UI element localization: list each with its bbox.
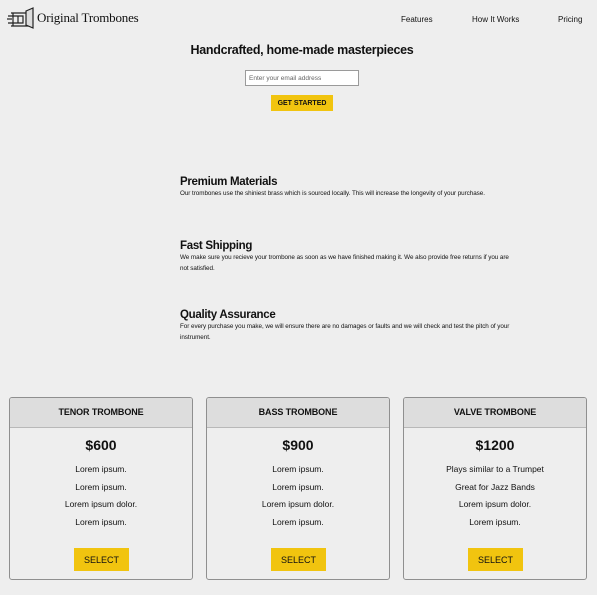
site-header: Original Trombones Features How It Works… xyxy=(0,0,597,40)
pricing-card-price: $1200 xyxy=(475,437,515,453)
hero-title: Handcrafted, home-made masterpieces xyxy=(190,43,414,57)
trombone-icon[interactable] xyxy=(6,7,34,29)
get-started-button[interactable]: GET STARTED xyxy=(271,95,333,111)
pricing-card-price: $600 xyxy=(85,437,117,453)
pricing-card-price: $900 xyxy=(282,437,314,453)
pricing-card-tenor-trombone: TENOR TROMBONE $600 Lorem ipsum. Lorem i… xyxy=(9,397,193,580)
feature-title: Premium Materials xyxy=(180,176,278,188)
select-button[interactable]: SELECT xyxy=(468,548,523,571)
pricing-feature: Plays similar to a Trumpet xyxy=(446,464,544,474)
pricing-feature: Great for Jazz Bands xyxy=(455,481,535,492)
pricing-feature-list: Lorem ipsum. Lorem ipsum. Lorem ipsum do… xyxy=(10,461,192,531)
feature-description: Our trombones use the shiniest brass whi… xyxy=(180,190,485,197)
feature-item: Quality Assurance For every purchase you… xyxy=(180,309,510,343)
pricing-card-title: BASS TROMBONE xyxy=(207,398,389,428)
feature-item: Premium Materials Our trombones use the … xyxy=(180,176,510,200)
pricing-card-bass-trombone: BASS TROMBONE $900 Lorem ipsum. Lorem ip… xyxy=(206,397,390,580)
pricing-card-title: TENOR TROMBONE xyxy=(10,398,192,428)
pricing-feature: Lorem ipsum. xyxy=(75,516,127,527)
feature-item: Fast Shipping We make sure you recieve y… xyxy=(180,240,510,274)
pricing-feature: Lorem ipsum. xyxy=(272,516,324,527)
select-button[interactable]: SELECT xyxy=(74,548,129,571)
pricing-feature: Lorem ipsum. xyxy=(272,481,324,492)
pricing-feature: Lorem ipsum dolor. xyxy=(64,499,138,509)
feature-description: For every purchase you make, we will ens… xyxy=(180,323,510,341)
feature-description: We make sure you recieve your trombone a… xyxy=(180,254,509,272)
pricing-feature: Lorem ipsum dolor. xyxy=(261,499,335,509)
pricing-card-valve-trombone: VALVE TROMBONE $1200 Plays similar to a … xyxy=(403,397,587,580)
pricing-feature: Lorem ipsum dolor. xyxy=(458,499,532,509)
pricing-feature: Lorem ipsum. xyxy=(272,464,324,474)
pricing-card-title: VALVE TROMBONE xyxy=(404,398,586,428)
select-button[interactable]: SELECT xyxy=(271,548,326,571)
pricing-feature-list: Plays similar to a Trumpet Great for Jaz… xyxy=(404,461,586,531)
nav-link-how-it-works[interactable]: How It Works xyxy=(472,15,519,24)
feature-title: Quality Assurance xyxy=(180,309,276,321)
pricing-feature: Lorem ipsum. xyxy=(75,481,127,492)
pricing-feature: Lorem ipsum. xyxy=(469,516,521,527)
feature-title: Fast Shipping xyxy=(180,240,253,252)
nav-link-features[interactable]: Features xyxy=(401,15,433,24)
brand-name[interactable]: Original Trombones xyxy=(37,10,139,26)
email-input[interactable] xyxy=(245,70,359,86)
nav-link-pricing[interactable]: Pricing xyxy=(558,15,582,24)
pricing-feature: Lorem ipsum. xyxy=(75,464,127,474)
pricing-feature-list: Lorem ipsum. Lorem ipsum. Lorem ipsum do… xyxy=(207,461,389,531)
